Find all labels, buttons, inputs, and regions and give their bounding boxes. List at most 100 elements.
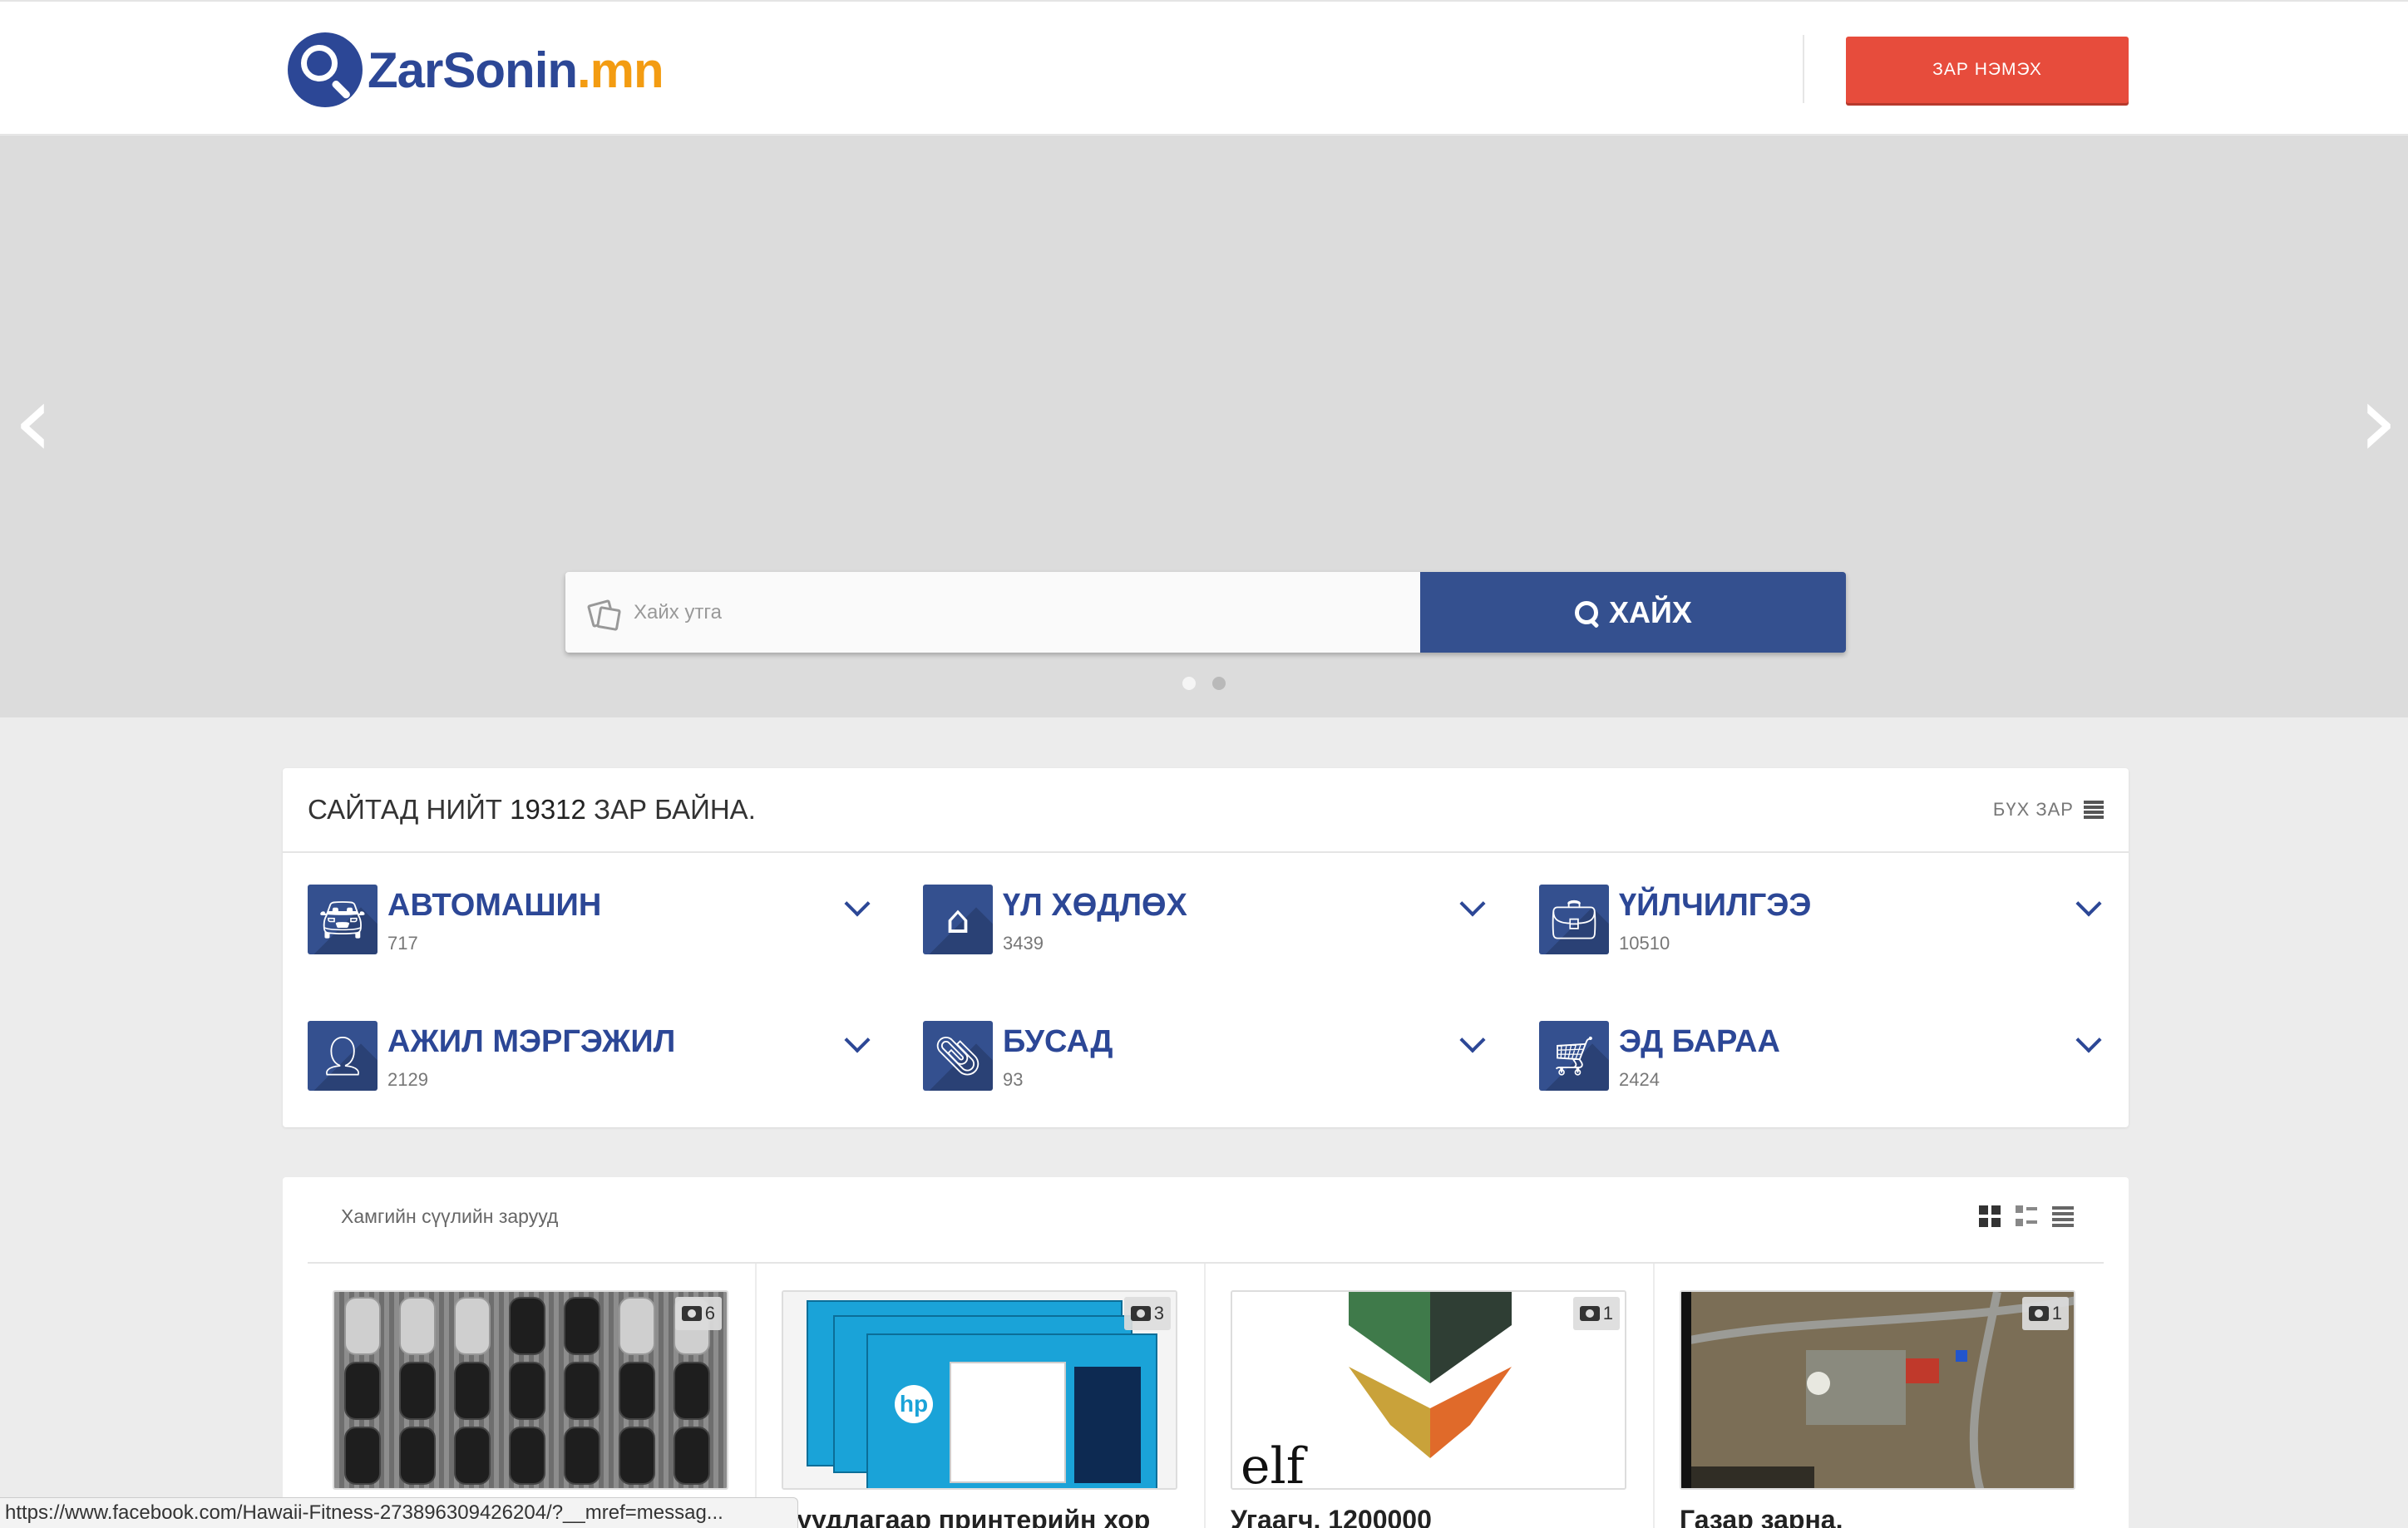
logo-name: ZarSonin: [368, 42, 578, 98]
chevron-down-icon[interactable]: [2075, 890, 2102, 917]
all-listings-label: БҮХ ЗАР: [1992, 799, 2074, 820]
slider-dot-2[interactable]: [1212, 677, 1226, 690]
listing-image[interactable]: 6: [333, 1290, 728, 1490]
car-key: [509, 1362, 545, 1420]
car-key: [399, 1427, 436, 1485]
next-slide-arrow-icon[interactable]: ›: [2353, 372, 2403, 472]
all-listings-link[interactable]: БҮХ ЗАР: [1993, 799, 2104, 821]
listing-image[interactable]: elf 1: [1231, 1290, 1626, 1490]
house-icon: ⌂: [923, 885, 993, 954]
add-listing-button[interactable]: ЗАР НЭМЭХ: [1846, 37, 2129, 103]
chevron-down-icon[interactable]: [1459, 1027, 1486, 1053]
category-name: ҮЛ ХӨДЛӨХ: [1003, 888, 1187, 923]
magnifier-logo-icon: [288, 32, 363, 107]
car-key: [399, 1297, 436, 1355]
header-divider: [1803, 35, 1804, 103]
search-button[interactable]: ХАЙХ: [1420, 572, 1846, 653]
category-name: АВТОМАШИН: [387, 888, 602, 923]
list-view-icon[interactable]: [2052, 1205, 2074, 1227]
category-goods[interactable]: 🛒︎ ЭД БАРАА 2424: [1539, 1021, 2105, 1096]
car-key: [674, 1362, 710, 1420]
camera-icon: [2028, 1306, 2049, 1321]
category-name: БУСАД: [1003, 1024, 1113, 1059]
listing-image[interactable]: hp 3: [782, 1290, 1177, 1490]
hero-slider: ‹ › ХАЙХ: [0, 136, 2408, 717]
title-suffix: ЗАР БАЙНА.: [594, 794, 756, 825]
prev-slide-arrow-icon[interactable]: ‹: [8, 372, 58, 472]
list-icon: [2084, 801, 2104, 819]
photo-count-badge: 6: [674, 1297, 722, 1330]
briefcase-icon: 💼︎: [1539, 885, 1609, 954]
listing-title[interactable]: хуудлагаар принтерийн хор: [782, 1505, 1150, 1528]
photo-count: 6: [704, 1303, 715, 1323]
grid-view-icon[interactable]: [1979, 1205, 2001, 1227]
total-listings-title: САЙТАД НИЙТ 19312 ЗАР БАЙНА.: [308, 794, 756, 826]
listing-title[interactable]: Газар зарна.: [1680, 1505, 1843, 1528]
camera-icon: [1579, 1306, 1600, 1321]
browser-status-bar: https://www.facebook.com/Hawaii-Fitness-…: [0, 1497, 798, 1528]
elf-logo-photo: elf: [1232, 1292, 1625, 1488]
car-key: [344, 1362, 381, 1420]
listing-image[interactable]: 1: [1680, 1290, 2075, 1490]
search-icon: [1574, 600, 1599, 625]
elf-logo-graphic: elf: [1241, 1292, 1512, 1490]
search-field[interactable]: [565, 572, 1420, 653]
car-key: [454, 1362, 491, 1420]
search-bar: ХАЙХ: [565, 572, 1846, 653]
chevron-down-icon[interactable]: [844, 890, 871, 917]
listing-card[interactable]: 6: [308, 1264, 757, 1528]
category-count: 10510: [1619, 933, 1670, 954]
slider-dot-1[interactable]: [1182, 677, 1196, 690]
photo-count-badge: 1: [1572, 1297, 1620, 1330]
car-key: [619, 1297, 655, 1355]
category-services[interactable]: 💼︎ ҮЙЛЧИЛГЭЭ 10510: [1539, 885, 2105, 959]
categories-header: САЙТАД НИЙТ 19312 ЗАР БАЙНА. БҮХ ЗАР: [283, 768, 2129, 853]
listing-title[interactable]: Угаагч. 1200000: [1231, 1505, 1432, 1528]
listing-card[interactable]: 1 Газар зарна.: [1655, 1264, 2104, 1528]
category-count: 717: [387, 933, 418, 954]
category-count: 3439: [1003, 933, 1044, 954]
search-button-label: ХАЙХ: [1609, 594, 1692, 629]
camera-icon: [681, 1306, 702, 1321]
view-switcher: [1979, 1205, 2074, 1227]
photo-count: 1: [1602, 1303, 1613, 1323]
car-keys-photo: [334, 1292, 727, 1488]
category-car[interactable]: 🚘︎ АВТОМАШИН 717: [308, 885, 873, 959]
site-logo[interactable]: ZarSonin.mn: [288, 30, 664, 110]
category-real-estate[interactable]: ⌂ ҮЛ ХӨДЛӨХ 3439: [923, 885, 1488, 959]
photo-count: 1: [2051, 1303, 2062, 1323]
cart-icon: 🛒︎: [1539, 1021, 1609, 1091]
photo-count-badge: 3: [1123, 1297, 1171, 1330]
category-name: ҮЙЛЧИЛГЭЭ: [1619, 888, 1812, 923]
tags-icon: [585, 596, 619, 629]
car-key: [564, 1297, 600, 1355]
car-key: [674, 1427, 710, 1485]
latest-listings-panel: Хамгийн сүүлийн зарууд 6 hp 3 хуудлагаар…: [283, 1177, 2129, 1528]
total-count: 19312: [510, 794, 586, 825]
car-key: [564, 1362, 600, 1420]
listing-card[interactable]: hp 3 хуудлагаар принтерийн хор: [757, 1264, 1206, 1528]
categories-panel: САЙТАД НИЙТ 19312 ЗАР БАЙНА. БҮХ ЗАР 🚘︎ …: [283, 768, 2129, 1127]
site-header: ZarSonin.mn ЗАР НЭМЭХ: [0, 0, 2408, 135]
car-key: [619, 1427, 655, 1485]
category-other[interactable]: 📎︎ БУСАД 93: [923, 1021, 1488, 1096]
photo-count-badge: 1: [2021, 1297, 2069, 1330]
logo-tld: .mn: [577, 42, 664, 98]
chevron-down-icon[interactable]: [1459, 890, 1486, 917]
car-key: [509, 1427, 545, 1485]
car-key: [564, 1427, 600, 1485]
latest-listings-heading: Хамгийн сүүлийн зарууд: [341, 1205, 559, 1227]
compact-grid-view-icon[interactable]: [2016, 1205, 2037, 1227]
person-icon: 👤︎: [308, 1021, 377, 1091]
category-jobs[interactable]: 👤︎ АЖИЛ МЭРГЭЖИЛ 2129: [308, 1021, 873, 1096]
category-count: 2129: [387, 1069, 428, 1090]
satellite-map-photo: [1681, 1292, 2074, 1488]
search-input[interactable]: [634, 600, 1382, 624]
category-count: 2424: [1619, 1069, 1660, 1090]
svg-text:elf: elf: [1241, 1437, 1308, 1490]
listing-card[interactable]: elf 1 Угаагч. 1200000: [1206, 1264, 1655, 1528]
car-key: [454, 1427, 491, 1485]
chevron-down-icon[interactable]: [2075, 1027, 2102, 1053]
chevron-down-icon[interactable]: [844, 1027, 871, 1053]
car-key: [399, 1362, 436, 1420]
